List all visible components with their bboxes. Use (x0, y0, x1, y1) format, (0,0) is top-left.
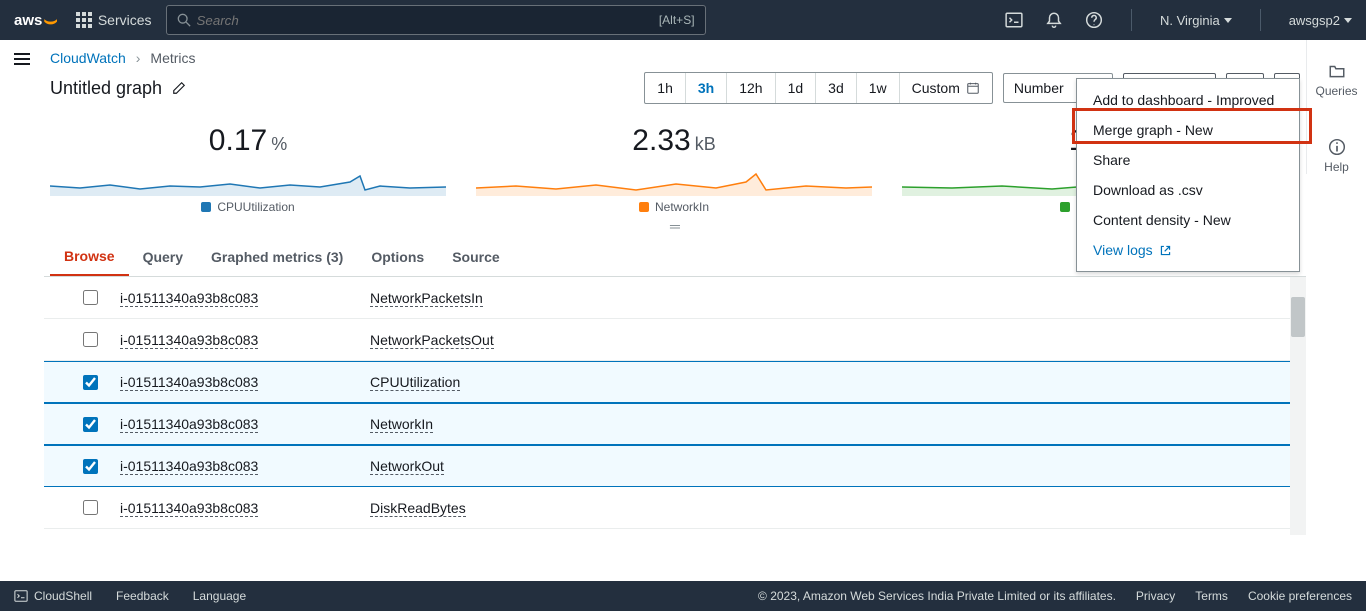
metric-name[interactable]: NetworkPacketsIn (370, 290, 483, 307)
time-1d[interactable]: 1d (776, 73, 817, 103)
legend-dot (1060, 202, 1070, 212)
row-checkbox[interactable] (83, 375, 98, 390)
metric-name[interactable]: NetworkIn (370, 416, 433, 433)
cloudshell-icon (14, 589, 28, 603)
help-icon[interactable] (1085, 11, 1103, 29)
legend-dot (201, 202, 211, 212)
tab-graphed[interactable]: Graphed metrics (3) (197, 239, 357, 275)
footer-terms[interactable]: Terms (1195, 589, 1228, 603)
footer-cloudshell[interactable]: CloudShell (14, 589, 92, 603)
chart-cpu: 0.17% CPUUtilization (50, 124, 446, 214)
search-icon (177, 13, 191, 27)
search-shortcut: [Alt+S] (659, 13, 695, 27)
global-search[interactable]: [Alt+S] (166, 5, 706, 35)
row-checkbox[interactable] (83, 459, 98, 474)
table-row[interactable]: i-01511340a93b8c083 NetworkPacketsIn (44, 277, 1306, 319)
row-checkbox[interactable] (83, 332, 98, 347)
search-input[interactable] (197, 13, 659, 28)
time-range-group: 1h 3h 12h 1d 3d 1w Custom (644, 72, 993, 104)
rail-help[interactable]: Help (1324, 138, 1349, 174)
row-checkbox[interactable] (83, 290, 98, 305)
table-row[interactable]: i-01511340a93b8c083 CPUUtilization (44, 361, 1306, 403)
scrollbar-thumb[interactable] (1291, 297, 1305, 337)
services-grid-icon (76, 12, 92, 28)
right-rail: Queries Help (1306, 40, 1366, 174)
metrics-table: i-01511340a93b8c083 NetworkPacketsIn i-0… (44, 277, 1306, 535)
menu-content-density[interactable]: Content density - New (1077, 205, 1299, 235)
tab-source[interactable]: Source (438, 239, 513, 275)
time-1h[interactable]: 1h (645, 73, 686, 103)
metric-name[interactable]: NetworkPacketsOut (370, 332, 494, 349)
sparkline-netin (476, 168, 872, 196)
chart-netin: 2.33kB NetworkIn (476, 124, 872, 214)
bell-icon[interactable] (1045, 11, 1063, 29)
time-3h[interactable]: 3h (686, 73, 727, 103)
region-selector[interactable]: N. Virginia (1160, 13, 1232, 28)
table-row[interactable]: i-01511340a93b8c083 DiskReadBytes (44, 487, 1306, 529)
rail-queries[interactable]: Queries (1315, 62, 1357, 98)
breadcrumb-current: Metrics (150, 50, 195, 66)
footer-privacy[interactable]: Privacy (1136, 589, 1175, 603)
nav-toggle[interactable] (0, 40, 44, 78)
top-nav: aws⌣ Services [Alt+S] N. Virginia awsgsp… (0, 0, 1366, 40)
instance-id[interactable]: i-01511340a93b8c083 (120, 458, 258, 475)
time-3d[interactable]: 3d (816, 73, 857, 103)
menu-share[interactable]: Share (1077, 145, 1299, 175)
table-row[interactable]: i-01511340a93b8c083 NetworkPacketsOut (44, 319, 1306, 361)
services-button[interactable]: Services (76, 12, 152, 28)
metric-name[interactable]: DiskReadBytes (370, 500, 466, 517)
edit-icon[interactable] (172, 81, 186, 95)
legend-dot (639, 202, 649, 212)
menu-merge-graph[interactable]: Merge graph - New (1077, 115, 1299, 145)
tab-browse[interactable]: Browse (50, 238, 129, 276)
footer-cookies[interactable]: Cookie preferences (1248, 589, 1352, 603)
breadcrumb-root[interactable]: CloudWatch (50, 50, 126, 66)
table-row[interactable]: i-01511340a93b8c083 NetworkIn (44, 403, 1306, 445)
sparkline-cpu (50, 168, 446, 196)
folder-icon (1328, 62, 1346, 80)
menu-download-csv[interactable]: Download as .csv (1077, 175, 1299, 205)
tab-options[interactable]: Options (357, 239, 438, 275)
chevron-right-icon: › (136, 50, 141, 66)
cloudshell-icon[interactable] (1005, 11, 1023, 29)
metric-name[interactable]: CPUUtilization (370, 374, 460, 391)
instance-id[interactable]: i-01511340a93b8c083 (120, 500, 258, 517)
table-row[interactable]: i-01511340a93b8c083 NetworkOut (44, 445, 1306, 487)
aws-logo[interactable]: aws⌣ (14, 12, 58, 29)
row-checkbox[interactable] (83, 500, 98, 515)
instance-id[interactable]: i-01511340a93b8c083 (120, 374, 258, 391)
metric-name[interactable]: NetworkOut (370, 458, 444, 475)
hamburger-icon (14, 53, 30, 65)
menu-view-logs[interactable]: View logs (1077, 235, 1299, 265)
calendar-icon (966, 81, 980, 95)
footer-language[interactable]: Language (193, 589, 246, 603)
instance-id[interactable]: i-01511340a93b8c083 (120, 416, 258, 433)
time-1w[interactable]: 1w (857, 73, 900, 103)
external-link-icon (1159, 244, 1172, 257)
actions-menu: Add to dashboard - Improved Merge graph … (1076, 78, 1300, 272)
graph-title: Untitled graph (50, 78, 162, 99)
info-icon (1328, 138, 1346, 156)
menu-add-dashboard[interactable]: Add to dashboard - Improved (1077, 85, 1299, 115)
breadcrumb: CloudWatch › Metrics (44, 40, 1306, 68)
time-12h[interactable]: 12h (727, 73, 775, 103)
time-custom[interactable]: Custom (900, 73, 992, 103)
scrollbar[interactable] (1290, 277, 1306, 535)
instance-id[interactable]: i-01511340a93b8c083 (120, 290, 258, 307)
footer: CloudShell Feedback Language © 2023, Ama… (0, 581, 1366, 611)
tab-query[interactable]: Query (129, 239, 197, 275)
account-menu[interactable]: awsgsp2 (1289, 13, 1352, 28)
footer-copyright: © 2023, Amazon Web Services India Privat… (758, 589, 1116, 603)
row-checkbox[interactable] (83, 417, 98, 432)
footer-feedback[interactable]: Feedback (116, 589, 169, 603)
instance-id[interactable]: i-01511340a93b8c083 (120, 332, 258, 349)
